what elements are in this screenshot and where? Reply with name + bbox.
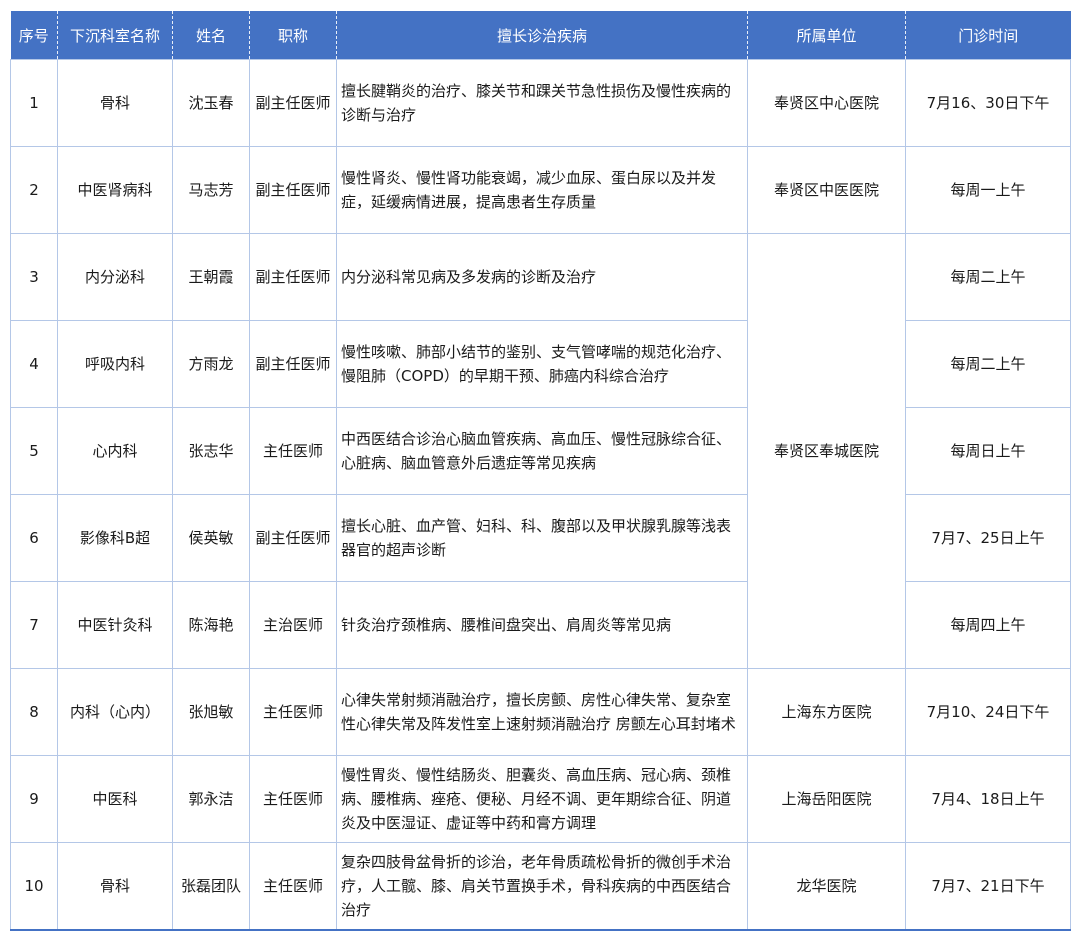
- cell-specialty: 擅长心脏、血产管、妇科、科、腹部以及甲状腺乳腺等浅表器官的超声诊断: [336, 494, 748, 582]
- cell-name: 陈海艳: [172, 581, 250, 669]
- cell-specialty: 慢性肾炎、慢性肾功能衰竭，减少血尿、蛋白尿以及并发症，延缓病情进展，提高患者生存…: [336, 146, 748, 234]
- cell-time: 7月7、25日上午: [905, 494, 1071, 582]
- page: 序号 下沉科室名称 姓名 职称 擅长诊治疾病 所属单位 门诊时间 1 骨科 沈玉…: [0, 0, 1080, 942]
- cell-specialty: 擅长腱鞘炎的治疗、膝关节和踝关节急性损伤及慢性疾病的诊断与治疗: [336, 59, 748, 147]
- cell-no: 1: [10, 59, 58, 147]
- cell-name: 张旭敏: [172, 668, 250, 756]
- cell-no: 6: [10, 494, 58, 582]
- table-row: 5 心内科 张志华 主任医师 中西医结合诊治心脑血管疾病、高血压、慢性冠脉综合征…: [10, 407, 1071, 495]
- header-dept: 下沉科室名称: [57, 11, 173, 60]
- cell-specialty: 针灸治疗颈椎病、腰椎间盘突出、肩周炎等常见病: [336, 581, 748, 669]
- cell-no: 8: [10, 668, 58, 756]
- cell-time: 每周二上午: [905, 233, 1071, 321]
- cell-specialty: 慢性咳嗽、肺部小结节的鉴别、支气管哮喘的规范化治疗、慢阻肺（COPD）的早期干预…: [336, 320, 748, 408]
- cell-no: 4: [10, 320, 58, 408]
- cell-unit: 上海东方医院: [747, 668, 906, 756]
- table-row: 9 中医科 郭永洁 主任医师 慢性胃炎、慢性结肠炎、胆囊炎、高血压病、冠心病、颈…: [10, 755, 1071, 843]
- cell-time: 7月4、18日上午: [905, 755, 1071, 843]
- cell-specialty: 中西医结合诊治心脑血管疾病、高血压、慢性冠脉综合征、心脏病、脑血管意外后遗症等常…: [336, 407, 748, 495]
- cell-dept: 呼吸内科: [57, 320, 173, 408]
- table-row: 7 中医针灸科 陈海艳 主治医师 针灸治疗颈椎病、腰椎间盘突出、肩周炎等常见病 …: [10, 581, 1071, 669]
- cell-title: 副主任医师: [249, 233, 337, 321]
- cell-title: 主治医师: [249, 581, 337, 669]
- table-row: 4 呼吸内科 方雨龙 副主任医师 慢性咳嗽、肺部小结节的鉴别、支气管哮喘的规范化…: [10, 320, 1071, 408]
- cell-dept: 中医肾病科: [57, 146, 173, 234]
- cell-name: 侯英敏: [172, 494, 250, 582]
- cell-unit: 龙华医院: [747, 842, 906, 931]
- cell-title: 主任医师: [249, 755, 337, 843]
- cell-no: 10: [10, 842, 58, 931]
- cell-unit: 上海岳阳医院: [747, 755, 906, 843]
- header-title: 职称: [249, 11, 337, 60]
- cell-time: 7月16、30日下午: [905, 59, 1071, 147]
- clinic-schedule-table: 序号 下沉科室名称 姓名 职称 擅长诊治疾病 所属单位 门诊时间 1 骨科 沈玉…: [10, 11, 1071, 931]
- table-row: 8 内科（心内） 张旭敏 主任医师 心律失常射频消融治疗，擅长房颤、房性心律失常…: [10, 668, 1071, 756]
- cell-title: 副主任医师: [249, 146, 337, 234]
- cell-time: 每周一上午: [905, 146, 1071, 234]
- cell-name: 沈玉春: [172, 59, 250, 147]
- cell-time: 7月7、21日下午: [905, 842, 1071, 931]
- cell-no: 3: [10, 233, 58, 321]
- cell-title: 主任医师: [249, 407, 337, 495]
- header-time: 门诊时间: [905, 11, 1071, 60]
- cell-unit: 奉贤区中医医院: [747, 146, 906, 234]
- cell-time: 每周二上午: [905, 320, 1071, 408]
- header-no: 序号: [10, 11, 58, 60]
- cell-time: 每周日上午: [905, 407, 1071, 495]
- cell-dept: 内分泌科: [57, 233, 173, 321]
- cell-time: 7月10、24日下午: [905, 668, 1071, 756]
- cell-unit-merged: 奉贤区奉城医院: [747, 233, 906, 669]
- cell-name: 马志芳: [172, 146, 250, 234]
- cell-name: 张磊团队: [172, 842, 250, 931]
- table-row: 6 影像科B超 侯英敏 副主任医师 擅长心脏、血产管、妇科、科、腹部以及甲状腺乳…: [10, 494, 1071, 582]
- cell-no: 7: [10, 581, 58, 669]
- cell-dept: 骨科: [57, 59, 173, 147]
- cell-unit: 奉贤区中心医院: [747, 59, 906, 147]
- table-header: 序号 下沉科室名称 姓名 职称 擅长诊治疾病 所属单位 门诊时间: [10, 11, 1071, 60]
- cell-no: 2: [10, 146, 58, 234]
- cell-title: 副主任医师: [249, 320, 337, 408]
- cell-title: 主任医师: [249, 842, 337, 931]
- cell-no: 5: [10, 407, 58, 495]
- table-row: 1 骨科 沈玉春 副主任医师 擅长腱鞘炎的治疗、膝关节和踝关节急性损伤及慢性疾病…: [10, 59, 1071, 147]
- cell-title: 主任医师: [249, 668, 337, 756]
- cell-no: 9: [10, 755, 58, 843]
- cell-time: 每周四上午: [905, 581, 1071, 669]
- cell-name: 王朝霞: [172, 233, 250, 321]
- cell-dept: 内科（心内）: [57, 668, 173, 756]
- header-specialty: 擅长诊治疾病: [336, 11, 748, 60]
- cell-specialty: 心律失常射频消融治疗，擅长房颤、房性心律失常、复杂室性心律失常及阵发性室上速射频…: [336, 668, 748, 756]
- cell-specialty: 慢性胃炎、慢性结肠炎、胆囊炎、高血压病、冠心病、颈椎病、腰椎病、痤疮、便秘、月经…: [336, 755, 748, 843]
- table-body: 1 骨科 沈玉春 副主任医师 擅长腱鞘炎的治疗、膝关节和踝关节急性损伤及慢性疾病…: [10, 59, 1071, 931]
- cell-title: 副主任医师: [249, 59, 337, 147]
- cell-specialty: 内分泌科常见病及多发病的诊断及治疗: [336, 233, 748, 321]
- header-unit: 所属单位: [747, 11, 906, 60]
- cell-dept: 心内科: [57, 407, 173, 495]
- cell-title: 副主任医师: [249, 494, 337, 582]
- cell-specialty: 复杂四肢骨盆骨折的诊治，老年骨质疏松骨折的微创手术治疗，人工髋、膝、肩关节置换手…: [336, 842, 748, 931]
- cell-dept: 影像科B超: [57, 494, 173, 582]
- cell-name: 方雨龙: [172, 320, 250, 408]
- table-row: 3 内分泌科 王朝霞 副主任医师 内分泌科常见病及多发病的诊断及治疗 奉贤区奉城…: [10, 233, 1071, 669]
- table-row: 2 中医肾病科 马志芳 副主任医师 慢性肾炎、慢性肾功能衰竭，减少血尿、蛋白尿以…: [10, 146, 1071, 234]
- cell-name: 郭永洁: [172, 755, 250, 843]
- header-name: 姓名: [172, 11, 250, 60]
- cell-dept: 骨科: [57, 842, 173, 931]
- cell-name: 张志华: [172, 407, 250, 495]
- header-row: 序号 下沉科室名称 姓名 职称 擅长诊治疾病 所属单位 门诊时间: [10, 11, 1071, 60]
- table-row: 10 骨科 张磊团队 主任医师 复杂四肢骨盆骨折的诊治，老年骨质疏松骨折的微创手…: [10, 842, 1071, 931]
- cell-dept: 中医针灸科: [57, 581, 173, 669]
- cell-dept: 中医科: [57, 755, 173, 843]
